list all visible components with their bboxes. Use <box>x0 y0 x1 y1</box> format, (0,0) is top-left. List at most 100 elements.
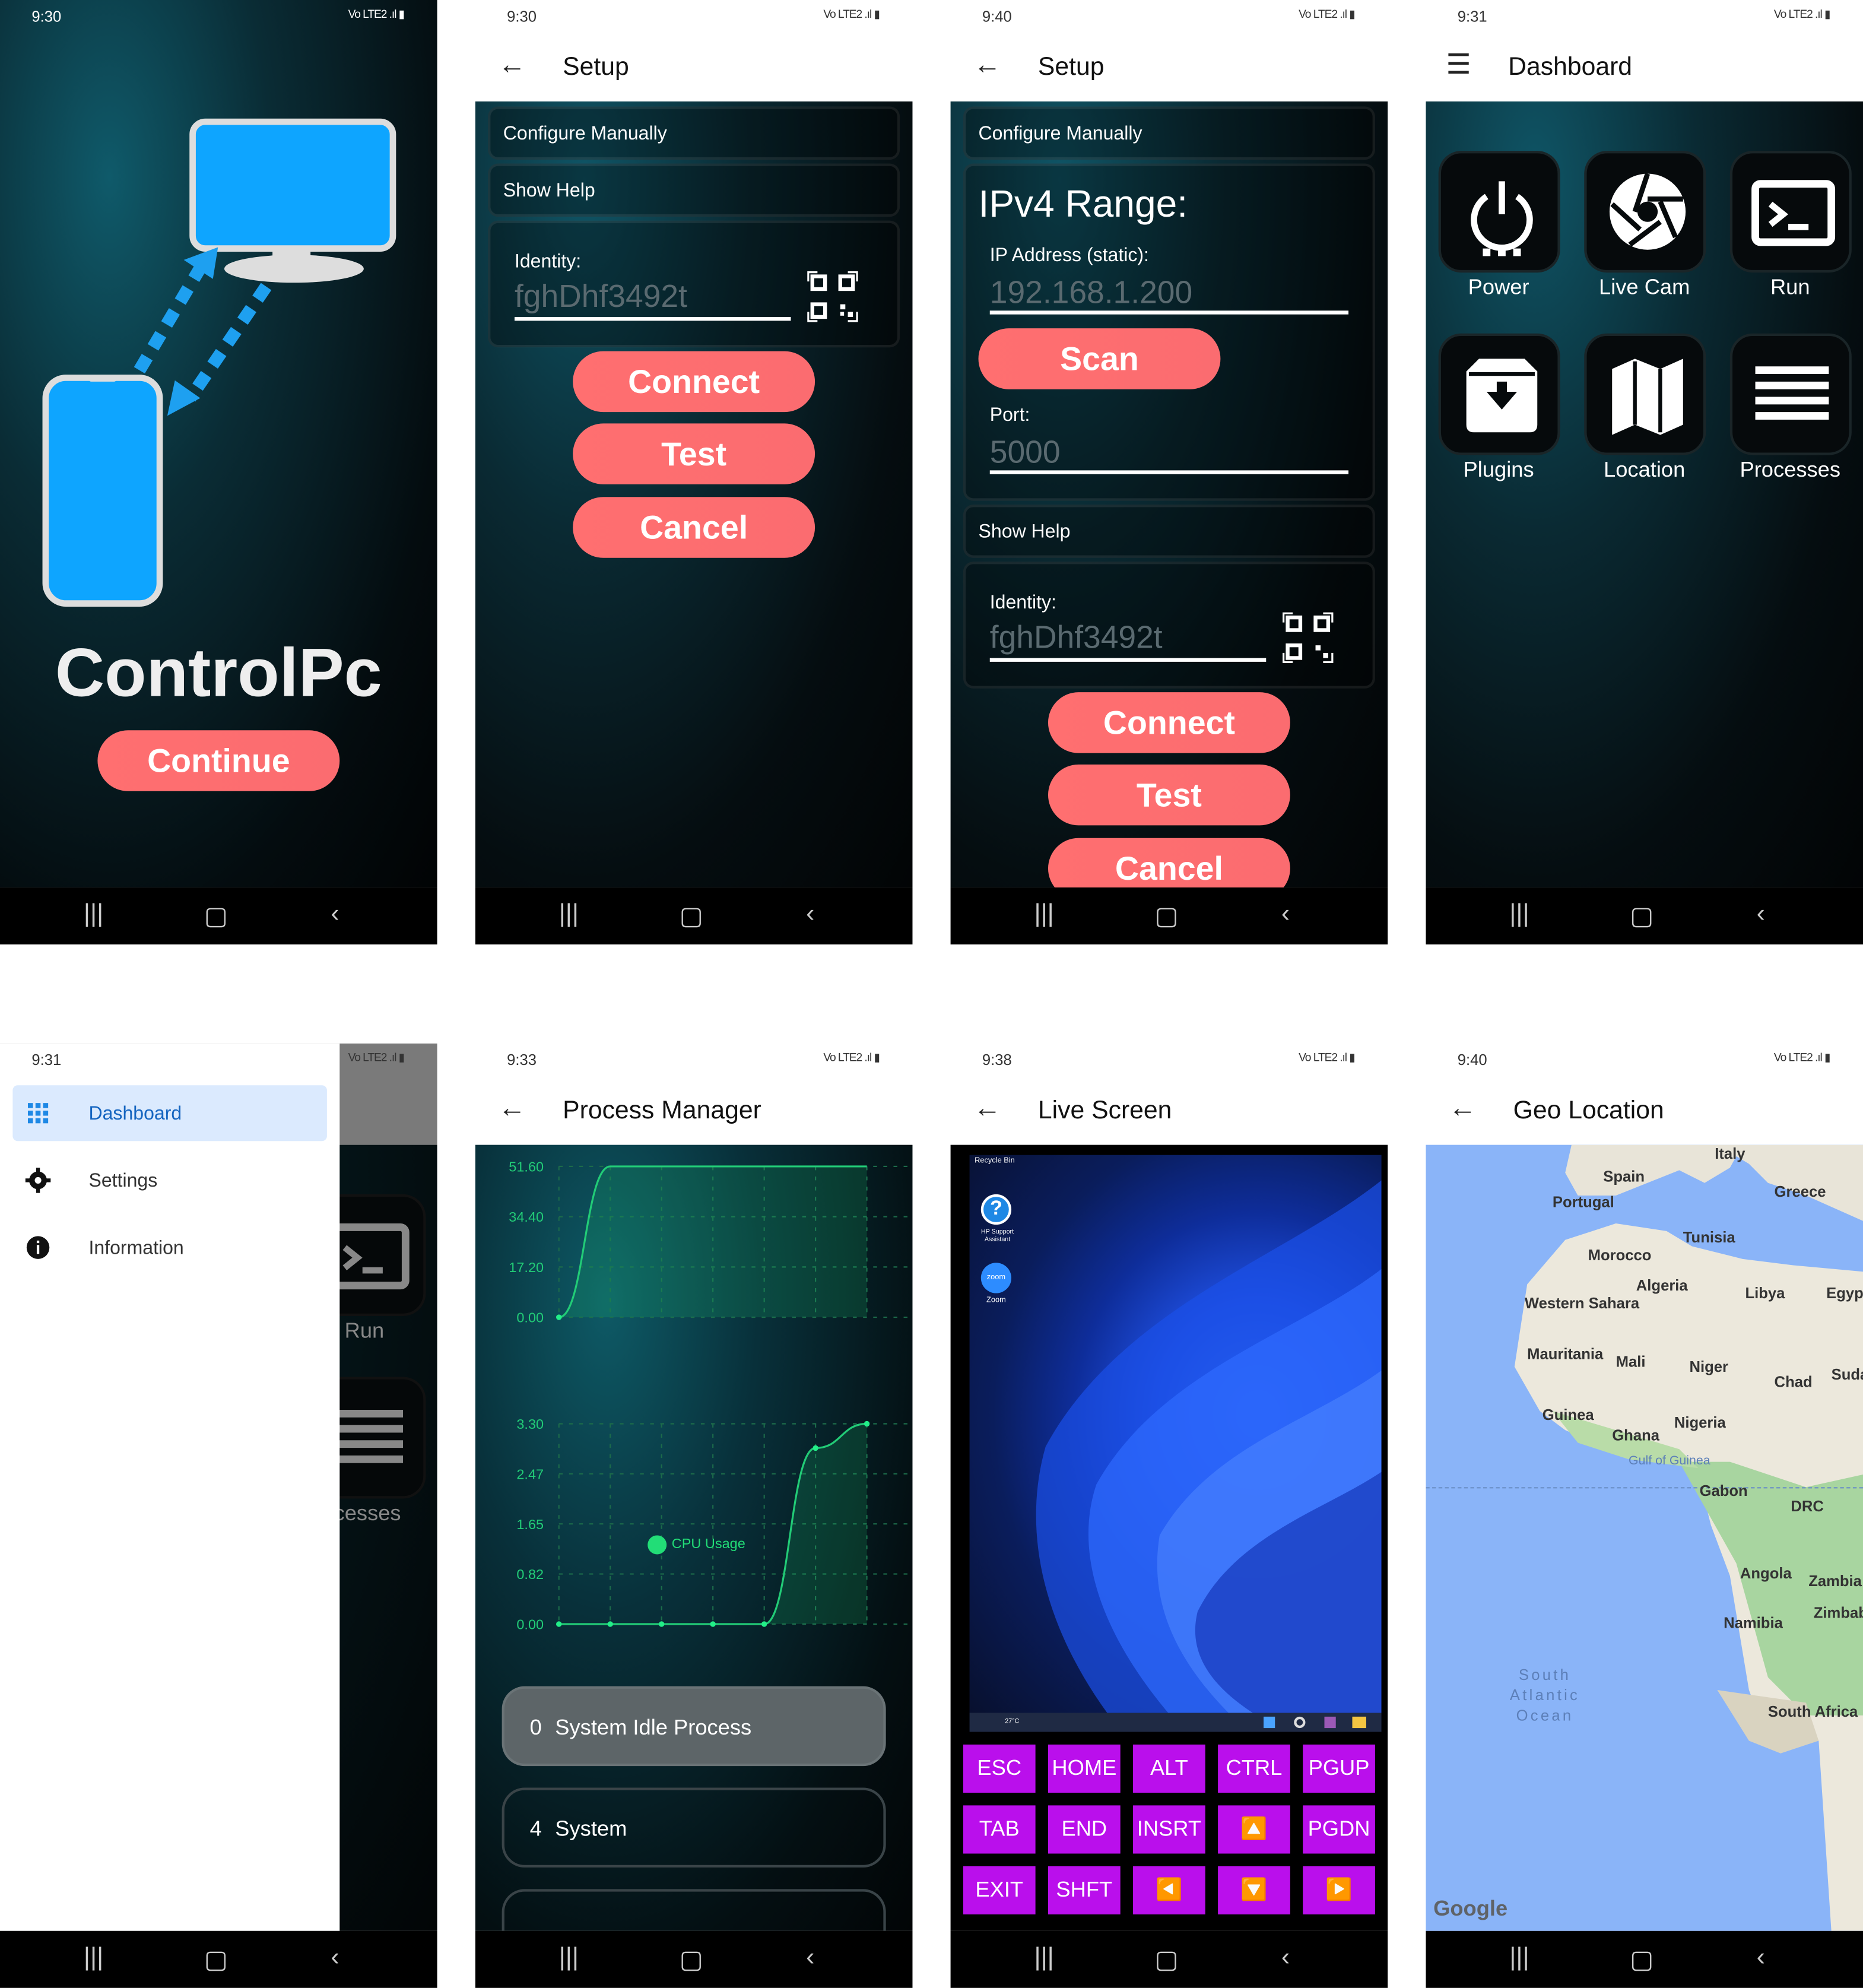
taskbar[interactable]: 27°C <box>969 1713 1382 1732</box>
key-button[interactable]: ▶️ <box>1303 1866 1375 1915</box>
back-nav-button[interactable]: ‹ <box>331 900 339 929</box>
plugins-tile[interactable] <box>1438 333 1560 455</box>
map-view[interactable]: Italy Spain Portugal Greece Tunisia Morocco Al… <box>1426 1144 1863 1931</box>
back-nav-button[interactable]: ‹ <box>1757 900 1765 929</box>
test-button[interactable]: Test <box>1048 764 1290 826</box>
remote-desktop-view[interactable]: Recycle Bin ? HP Support Assistant zoom … <box>969 1155 1382 1732</box>
key-button[interactable]: 🔽 <box>1218 1866 1290 1915</box>
y-tick-label: 0.00 <box>516 1617 544 1632</box>
recents-button[interactable]: ||| <box>1034 900 1053 929</box>
qr-code-icon[interactable] <box>1283 612 1334 664</box>
configure-manually-label: Configure Manually <box>503 123 667 145</box>
configure-manually-card[interactable]: Configure Manually <box>963 106 1375 160</box>
qr-code-icon[interactable] <box>807 271 858 322</box>
folder-icon[interactable] <box>1352 1716 1366 1729</box>
live-cam-tile[interactable] <box>1584 151 1706 273</box>
back-nav-button[interactable]: ‹ <box>1281 900 1290 929</box>
processes-tile[interactable] <box>1729 333 1852 455</box>
back-nav-button[interactable]: ‹ <box>806 900 814 929</box>
back-nav-button[interactable]: ‹ <box>806 1943 814 1973</box>
location-tile[interactable] <box>1584 333 1706 455</box>
drawer-item-label: Information <box>88 1237 184 1259</box>
back-nav-button[interactable]: ‹ <box>1757 1943 1765 1973</box>
data-point <box>556 1621 562 1627</box>
recents-button[interactable]: ||| <box>559 1943 579 1973</box>
identity-field[interactable]: fghDhf3492t <box>990 620 1163 657</box>
key-button[interactable]: ◀️ <box>1133 1866 1205 1915</box>
drawer-item-dashboard[interactable]: Dashboard <box>12 1085 327 1142</box>
show-help-card[interactable]: Show Help <box>963 505 1375 558</box>
key-button[interactable]: SHFT <box>1048 1866 1121 1915</box>
recents-button[interactable]: ||| <box>84 900 103 929</box>
cancel-button[interactable]: Cancel <box>573 497 815 558</box>
run-tile[interactable] <box>1729 151 1852 273</box>
back-arrow-icon[interactable]: ← <box>498 48 526 81</box>
map-label: Namibia <box>1724 1613 1783 1632</box>
key-button[interactable]: HOME <box>1048 1744 1121 1793</box>
back-nav-button[interactable]: ‹ <box>1281 1943 1290 1973</box>
back-arrow-icon[interactable]: ← <box>498 1092 526 1125</box>
status-icons: Vo LTE2 .ıl ▮ <box>1773 1051 1831 1064</box>
ip-address-label: IP Address (static): <box>989 245 1149 267</box>
recents-button[interactable]: ||| <box>559 900 579 929</box>
app-icon[interactable] <box>1324 1716 1336 1729</box>
home-button[interactable]: ▢ <box>1154 900 1178 931</box>
search-icon[interactable] <box>1294 1716 1306 1729</box>
key-button[interactable]: EXIT <box>963 1866 1036 1915</box>
recents-button[interactable]: ||| <box>1034 1943 1053 1973</box>
recents-button[interactable]: ||| <box>1509 900 1529 929</box>
home-button[interactable]: ▢ <box>1154 1943 1178 1975</box>
connect-button[interactable]: Connect <box>573 351 815 413</box>
ip-address-field[interactable]: 192.168.1.200 <box>990 275 1192 312</box>
key-button[interactable]: 🔼 <box>1218 1805 1290 1854</box>
home-button[interactable]: ▢ <box>1630 900 1653 931</box>
monitor-icon <box>189 118 396 283</box>
scan-button[interactable]: Scan <box>978 328 1221 389</box>
help-icon[interactable]: ? <box>980 1194 1012 1225</box>
identity-field[interactable]: fghDhf3492t <box>515 279 687 316</box>
recents-button[interactable]: ||| <box>84 1943 103 1973</box>
configure-manually-card[interactable]: Configure Manually <box>488 106 900 160</box>
home-button[interactable]: ▢ <box>1630 1943 1653 1975</box>
drawer-item-information[interactable]: Information <box>12 1220 327 1276</box>
processes-tile-label: Processes <box>1740 458 1841 482</box>
drawer-item-label: Settings <box>88 1170 158 1192</box>
key-button[interactable]: CTRL <box>1218 1744 1290 1793</box>
map-label: Italy <box>1715 1144 1745 1163</box>
key-button[interactable]: ESC <box>963 1744 1036 1793</box>
connect-button[interactable]: Connect <box>1048 692 1290 753</box>
status-icons: Vo LTE2 .ıl ▮ <box>1299 7 1356 21</box>
drawer-item-settings[interactable]: Settings <box>12 1152 327 1208</box>
home-button[interactable]: ▢ <box>204 1943 228 1975</box>
test-button[interactable]: Test <box>573 423 815 484</box>
map-label: Morocco <box>1588 1246 1652 1264</box>
start-icon[interactable] <box>1263 1716 1275 1729</box>
back-nav-button[interactable]: ‹ <box>331 1943 339 1973</box>
back-arrow-icon[interactable]: ← <box>973 1092 1001 1125</box>
process-item[interactable]: 0 System Idle Process <box>502 1686 886 1767</box>
map-label: South Atlantic Ocean <box>1509 1666 1580 1724</box>
key-button[interactable]: ALT <box>1133 1744 1205 1793</box>
hamburger-menu-icon[interactable]: ☰ <box>1446 48 1471 81</box>
port-field[interactable]: 5000 <box>990 435 1061 472</box>
key-button[interactable]: END <box>1048 1805 1121 1854</box>
system-nav-bar: ||| ▢ ‹ <box>0 887 437 945</box>
zoom-app-icon[interactable]: zoom <box>980 1263 1012 1293</box>
recents-button[interactable]: ||| <box>1509 1943 1529 1973</box>
power-tile[interactable] <box>1438 151 1560 273</box>
process-item[interactable]: 4 System <box>502 1787 886 1868</box>
key-button[interactable]: PGDN <box>1303 1805 1375 1854</box>
key-button[interactable]: PGUP <box>1303 1744 1375 1793</box>
back-arrow-icon[interactable]: ← <box>1449 1092 1477 1125</box>
show-help-card[interactable]: Show Help <box>488 163 900 217</box>
back-arrow-icon[interactable]: ← <box>973 48 1001 81</box>
home-button[interactable]: ▢ <box>680 900 703 931</box>
home-button[interactable]: ▢ <box>680 1943 703 1975</box>
app-bar: ← Geo Location <box>1426 1076 1863 1145</box>
recycle-bin-label[interactable]: Recycle Bin <box>975 1158 1015 1165</box>
key-button[interactable]: INSRT <box>1133 1805 1205 1854</box>
key-button[interactable]: TAB <box>963 1805 1036 1854</box>
continue-button[interactable]: Continue <box>97 730 340 791</box>
home-button[interactable]: ▢ <box>204 900 228 931</box>
status-icons: Vo LTE2 .ıl ▮ <box>823 1051 880 1064</box>
